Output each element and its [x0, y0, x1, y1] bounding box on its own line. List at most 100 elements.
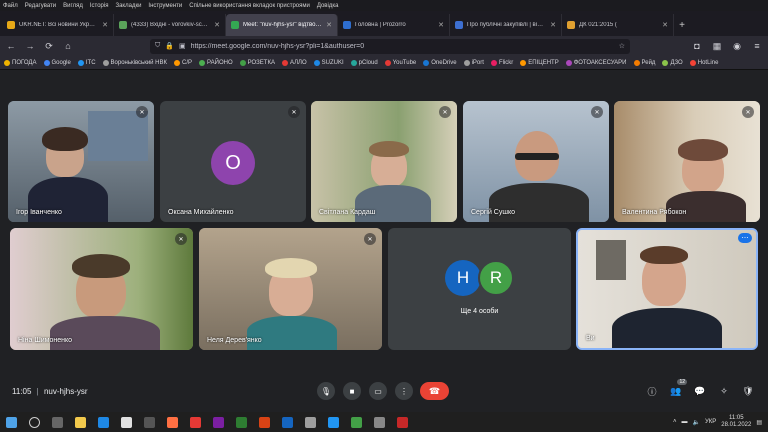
word-icon[interactable]	[282, 416, 293, 428]
participant-name: Валентина Рябокон	[622, 209, 687, 216]
bookmark-item[interactable]: iPort	[463, 59, 484, 66]
app-icon[interactable]	[305, 416, 316, 428]
bookmark-item[interactable]: Вороньківський НВК	[102, 59, 167, 66]
close-tab-icon[interactable]: ✕	[326, 21, 332, 29]
back-icon[interactable]: ←	[4, 39, 18, 53]
menu-item[interactable]: Історія	[90, 3, 109, 9]
home-icon[interactable]: ⌂	[61, 39, 75, 53]
activities-icon[interactable]: ✧	[717, 384, 731, 398]
menu-item[interactable]: Інструменти	[148, 3, 182, 9]
more-options-icon[interactable]: ⋯	[738, 233, 752, 243]
bookmark-item[interactable]: АЛЛО	[281, 59, 307, 66]
powerpoint-icon[interactable]	[259, 416, 270, 428]
bookmark-favicon-icon	[689, 59, 696, 66]
participant-tile[interactable]: ✕ Валентина Рябокон	[614, 101, 760, 222]
bookmark-item[interactable]: С/Р	[174, 59, 192, 66]
more-options-button[interactable]: ⋮	[395, 382, 413, 400]
info-icon[interactable]: ⓘ	[645, 384, 659, 398]
menu-item[interactable]: Редагувати	[25, 3, 56, 9]
menu-item[interactable]: Довідка	[317, 3, 339, 9]
telegram-icon[interactable]	[328, 416, 339, 428]
language-indicator[interactable]: УКР	[705, 419, 716, 425]
participant-name: Ви	[586, 335, 595, 342]
bookmark-item[interactable]: ФОТОАКСЕСУАРИ	[565, 59, 627, 66]
task-view-icon[interactable]	[52, 416, 63, 428]
more-participants-tile[interactable]: H R Ще 4 особи	[388, 228, 571, 350]
bookmark-item[interactable]: РАЙОНО	[199, 59, 233, 66]
edge-icon[interactable]	[98, 416, 109, 428]
participant-tile[interactable]: ✕ Неля Дерев'янко	[199, 228, 382, 350]
account-icon[interactable]: ◉	[730, 39, 744, 53]
bookmark-item[interactable]: Flickr	[490, 59, 513, 66]
browser-tab[interactable]: UKR.NET: Всі новини України ✕	[2, 14, 114, 36]
self-tile[interactable]: ⋯ Ви	[576, 228, 758, 350]
extension-icon[interactable]: ▦	[710, 39, 724, 53]
bookmark-item[interactable]: ПОГОДА	[4, 59, 37, 66]
bookmark-favicon-icon	[102, 59, 109, 66]
participant-tile[interactable]: О ✕ Оксана Михайленко	[160, 101, 306, 222]
present-button[interactable]: ▭	[369, 382, 387, 400]
bookmark-item[interactable]: Рейд	[633, 59, 655, 66]
new-tab-button[interactable]: +	[674, 14, 690, 36]
close-tab-icon[interactable]: ✕	[214, 21, 220, 29]
browser-tab[interactable]: Головна | Prozorro ✕	[338, 14, 450, 36]
close-tab-icon[interactable]: ✕	[662, 21, 668, 29]
participant-tile[interactable]: ✕ Сергій Сушко	[463, 101, 609, 222]
search-icon[interactable]	[29, 416, 40, 428]
host-controls-icon[interactable]: 🛡	[741, 384, 755, 398]
browser-tab[interactable]: Meet: "nuv-hjhs-ysr" відтворення✕	[226, 14, 338, 36]
browser-tab[interactable]: Про публічні закупівлі | від 25 ✕	[450, 14, 562, 36]
opera-icon[interactable]	[397, 416, 408, 428]
volume-icon[interactable]: 🔈	[693, 419, 700, 426]
bookmark-favicon-icon	[423, 59, 430, 66]
bookmark-star-icon[interactable]: ☆	[619, 42, 625, 50]
bookmark-item[interactable]: HotLine	[689, 59, 718, 66]
mic-button[interactable]: 🎙	[317, 382, 335, 400]
close-tab-icon[interactable]: ✕	[550, 21, 556, 29]
bookmark-item[interactable]: SUZUKI	[313, 59, 344, 66]
end-call-button[interactable]: ☎	[420, 382, 449, 400]
bookmark-item[interactable]: OneDrive	[423, 59, 457, 66]
chrome-icon[interactable]	[190, 416, 201, 428]
reload-icon[interactable]: ⟳	[42, 39, 56, 53]
close-tab-icon[interactable]: ✕	[102, 21, 108, 29]
menu-icon[interactable]: ≡	[750, 39, 764, 53]
clock[interactable]: 11:05 28.01.2022	[721, 415, 751, 429]
notifications-icon[interactable]: ▤	[756, 419, 762, 426]
forward-icon[interactable]: →	[23, 39, 37, 53]
onenote-icon[interactable]	[213, 416, 224, 428]
menu-item[interactable]: Закладки	[115, 3, 141, 9]
chat-icon[interactable]: 💬	[693, 384, 707, 398]
chevron-up-icon[interactable]: ˄	[673, 419, 677, 425]
menu-item[interactable]: Спільне використання вкладок пристроями	[189, 3, 310, 9]
pocket-icon[interactable]: ◘	[690, 39, 704, 53]
browser-tab[interactable]: (4333) Вхідні - vorovkiv-school ✕	[114, 14, 226, 36]
firefox-icon[interactable]	[167, 416, 178, 428]
participant-tile[interactable]: ✕ Ніна Шимоненко	[10, 228, 193, 350]
menu-item[interactable]: Вигляд	[63, 3, 83, 9]
bookmark-favicon-icon	[43, 59, 50, 66]
bookmark-item[interactable]: Google	[43, 59, 71, 66]
browser-tab[interactable]: ДК 021:2015 (✕	[562, 14, 674, 36]
people-icon[interactable]: 👥 12	[669, 379, 687, 398]
app-icon[interactable]	[144, 416, 155, 428]
menu-item[interactable]: Файл	[3, 3, 18, 9]
participant-tile[interactable]: ✕ Ігор Іванченко	[8, 101, 154, 222]
store-icon[interactable]	[121, 416, 132, 428]
bookmark-item[interactable]: pCloud	[350, 59, 378, 66]
camera-button[interactable]: ■	[343, 382, 361, 400]
bookmark-item[interactable]: ЕПІЦЕНТР	[520, 59, 559, 66]
bookmark-item[interactable]: YouTube	[384, 59, 416, 66]
bookmark-item[interactable]: ДЗО	[662, 59, 683, 66]
bookmark-item[interactable]: РОЗЕТКА	[239, 59, 275, 66]
app-icon[interactable]	[351, 416, 362, 428]
app-icon[interactable]	[374, 416, 385, 428]
bookmark-item[interactable]: ITC	[77, 59, 96, 66]
excel-icon[interactable]	[236, 416, 247, 428]
windows-start-icon[interactable]	[6, 416, 17, 428]
close-tab-icon[interactable]: ✕	[438, 21, 444, 29]
address-bar[interactable]: ⛉ 🔒 ▣ https://meet.google.com/nuv-hjhs-y…	[150, 38, 630, 54]
participant-tile[interactable]: ✕ Світлана Кардаш	[311, 101, 457, 222]
network-icon[interactable]: ▬	[682, 419, 688, 425]
file-explorer-icon[interactable]	[75, 416, 86, 428]
